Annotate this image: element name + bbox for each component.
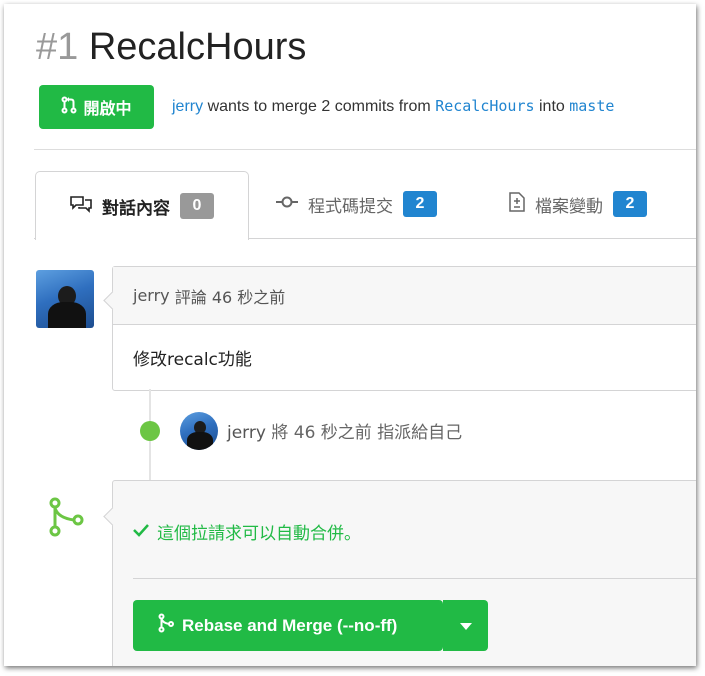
- pr-state-badge: 開啟中: [39, 85, 154, 129]
- header-divider: [34, 149, 696, 150]
- merge-section: 這個拉請求可以自動合併。 Rebase and Merge (--no-ff): [112, 480, 696, 666]
- into-text: into: [538, 98, 565, 115]
- event-description: 將 46 秒之前 指派給自己: [271, 423, 463, 443]
- commit-icon: [276, 194, 298, 214]
- merge-button-icon: [158, 613, 174, 638]
- tab-conversation[interactable]: 對話內容 0: [35, 171, 249, 240]
- merge-divider: [133, 578, 696, 579]
- timeline-event-dot: [140, 421, 160, 441]
- base-branch-link[interactable]: maste: [569, 97, 614, 115]
- page-title: #1 RecalcHours: [36, 26, 306, 69]
- file-diff-icon: [509, 191, 525, 217]
- conversation-icon: [70, 195, 92, 218]
- head-branch-link[interactable]: RecalcHours: [435, 97, 534, 115]
- tab-files[interactable]: 檔案變動 2: [509, 184, 647, 224]
- event-avatar[interactable]: [180, 412, 218, 450]
- tab-files-count: 2: [613, 191, 647, 217]
- author-link[interactable]: jerry: [172, 98, 203, 115]
- avatar-torso: [48, 302, 86, 328]
- pr-state-label: 開啟中: [83, 99, 132, 118]
- comment-time: 評論 46 秒之前: [174, 287, 286, 307]
- caret-down-icon: [459, 616, 472, 635]
- comment-header: jerry 評論 46 秒之前: [113, 267, 696, 325]
- pr-title: RecalcHours: [88, 26, 307, 68]
- merge-button-label: Rebase and Merge (--no-ff): [182, 615, 398, 635]
- pr-meta: jerry wants to merge 2 commits from Reca…: [172, 97, 614, 116]
- tab-files-label: 檔案變動: [535, 196, 603, 217]
- merge-text: wants to merge 2 commits from: [207, 98, 431, 115]
- comment-author[interactable]: jerry: [133, 286, 170, 305]
- avatar-torso: [187, 432, 213, 450]
- event-author[interactable]: jerry: [227, 423, 266, 443]
- tab-conversation-count: 0: [180, 193, 214, 219]
- tab-commits-label: 程式碼提交: [308, 196, 393, 217]
- comment-body: 修改recalc功能: [133, 350, 252, 370]
- pull-request-page: #1 RecalcHours 開啟中 jerry wants to merge …: [4, 4, 696, 666]
- timeline-event: jerry 將 46 秒之前 指派給自己: [227, 418, 462, 443]
- merge-icon: [48, 496, 84, 544]
- pull-request-icon: [61, 96, 77, 118]
- merge-status: 這個拉請求可以自動合併。: [133, 519, 361, 544]
- comment-card: jerry 評論 46 秒之前 修改recalc功能: [112, 266, 696, 391]
- check-icon: [133, 522, 149, 542]
- avatar[interactable]: [36, 270, 94, 328]
- tab-commits-count: 2: [403, 191, 437, 217]
- tab-commits[interactable]: 程式碼提交 2: [276, 184, 437, 224]
- tab-conversation-label: 對話內容: [102, 198, 170, 219]
- merge-style-dropdown[interactable]: [443, 600, 488, 651]
- pr-number: #1: [36, 26, 79, 68]
- rebase-merge-button[interactable]: Rebase and Merge (--no-ff): [133, 600, 443, 651]
- merge-status-text: 這個拉請求可以自動合併。: [157, 524, 361, 544]
